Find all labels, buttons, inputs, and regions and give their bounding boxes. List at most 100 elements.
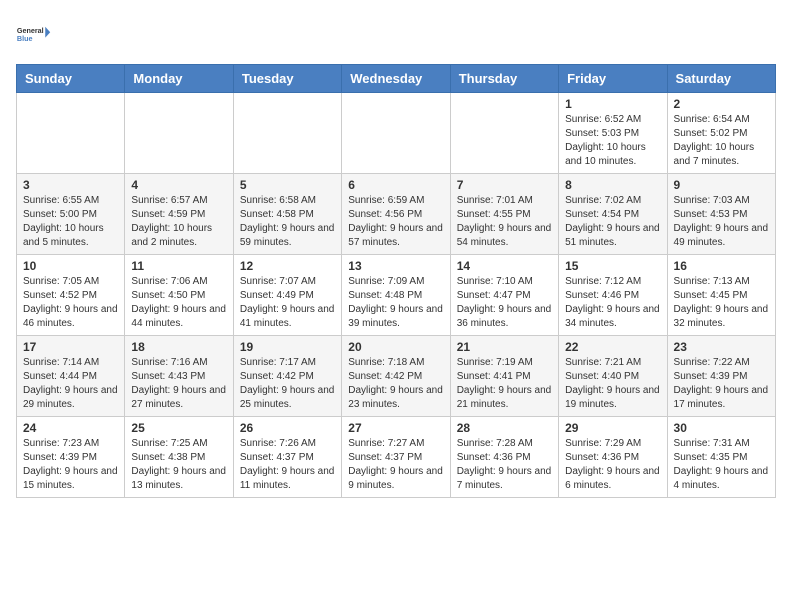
calendar-cell: 11 Sunrise: 7:06 AM Sunset: 4:50 PM Dayli… xyxy=(125,255,233,336)
calendar-cell: 16 Sunrise: 7:13 AM Sunset: 4:45 PM Dayli… xyxy=(667,255,775,336)
day-number: 15 xyxy=(565,259,660,273)
day-number: 11 xyxy=(131,259,226,273)
day-info: Sunrise: 6:55 AM Sunset: 5:00 PM Dayligh… xyxy=(23,194,118,250)
calendar-cell: 21 Sunrise: 7:19 AM Sunset: 4:41 PM Dayli… xyxy=(450,336,558,417)
day-info: Sunrise: 7:17 AM Sunset: 4:42 PM Dayligh… xyxy=(240,356,335,412)
calendar-week-row: 10 Sunrise: 7:05 AM Sunset: 4:52 PM Dayli… xyxy=(17,255,776,336)
day-info: Sunrise: 7:25 AM Sunset: 4:38 PM Dayligh… xyxy=(131,437,226,493)
logo-icon: GeneralBlue xyxy=(16,16,52,52)
day-number: 21 xyxy=(457,340,552,354)
day-info: Sunrise: 7:09 AM Sunset: 4:48 PM Dayligh… xyxy=(348,275,443,331)
day-number: 9 xyxy=(674,178,769,192)
day-number: 25 xyxy=(131,421,226,435)
day-number: 8 xyxy=(565,178,660,192)
calendar-cell: 25 Sunrise: 7:25 AM Sunset: 4:38 PM Dayli… xyxy=(125,417,233,498)
calendar-cell: 30Sunrise: 7:31 AM Sunset: 4:35 PM Dayli… xyxy=(667,417,775,498)
day-number: 6 xyxy=(348,178,443,192)
calendar-week-row: 17Sunrise: 7:14 AM Sunset: 4:44 PM Dayli… xyxy=(17,336,776,417)
day-info: Sunrise: 7:05 AM Sunset: 4:52 PM Dayligh… xyxy=(23,275,118,331)
day-number: 30 xyxy=(674,421,769,435)
day-number: 13 xyxy=(348,259,443,273)
day-info: Sunrise: 7:01 AM Sunset: 4:55 PM Dayligh… xyxy=(457,194,552,250)
day-info: Sunrise: 7:10 AM Sunset: 4:47 PM Dayligh… xyxy=(457,275,552,331)
calendar-cell: 28 Sunrise: 7:28 AM Sunset: 4:36 PM Dayli… xyxy=(450,417,558,498)
day-number: 26 xyxy=(240,421,335,435)
calendar-cell: 10 Sunrise: 7:05 AM Sunset: 4:52 PM Dayli… xyxy=(17,255,125,336)
calendar-cell: 15 Sunrise: 7:12 AM Sunset: 4:46 PM Dayli… xyxy=(559,255,667,336)
calendar-cell xyxy=(17,93,125,174)
day-number: 3 xyxy=(23,178,118,192)
day-number: 10 xyxy=(23,259,118,273)
day-header-friday: Friday xyxy=(559,65,667,93)
day-number: 28 xyxy=(457,421,552,435)
day-info: Sunrise: 7:12 AM Sunset: 4:46 PM Dayligh… xyxy=(565,275,660,331)
calendar-cell: 13 Sunrise: 7:09 AM Sunset: 4:48 PM Dayli… xyxy=(342,255,450,336)
calendar-cell: 9 Sunrise: 7:03 AM Sunset: 4:53 PM Daylig… xyxy=(667,174,775,255)
calendar-cell: 7 Sunrise: 7:01 AM Sunset: 4:55 PM Daylig… xyxy=(450,174,558,255)
calendar-cell: 17Sunrise: 7:14 AM Sunset: 4:44 PM Dayli… xyxy=(17,336,125,417)
day-info: Sunrise: 7:29 AM Sunset: 4:36 PM Dayligh… xyxy=(565,437,660,493)
calendar-cell: 4 Sunrise: 6:57 AM Sunset: 4:59 PM Daylig… xyxy=(125,174,233,255)
calendar-cell: 23 Sunrise: 7:22 AM Sunset: 4:39 PM Dayli… xyxy=(667,336,775,417)
calendar-cell xyxy=(450,93,558,174)
day-info: Sunrise: 7:19 AM Sunset: 4:41 PM Dayligh… xyxy=(457,356,552,412)
day-info: Sunrise: 7:21 AM Sunset: 4:40 PM Dayligh… xyxy=(565,356,660,412)
day-number: 7 xyxy=(457,178,552,192)
day-info: Sunrise: 6:57 AM Sunset: 4:59 PM Dayligh… xyxy=(131,194,226,250)
day-info: Sunrise: 7:16 AM Sunset: 4:43 PM Dayligh… xyxy=(131,356,226,412)
day-number: 27 xyxy=(348,421,443,435)
day-number: 16 xyxy=(674,259,769,273)
day-info: Sunrise: 6:54 AM Sunset: 5:02 PM Dayligh… xyxy=(674,113,769,169)
day-header-tuesday: Tuesday xyxy=(233,65,341,93)
day-info: Sunrise: 6:59 AM Sunset: 4:56 PM Dayligh… xyxy=(348,194,443,250)
day-number: 17 xyxy=(23,340,118,354)
day-info: Sunrise: 7:02 AM Sunset: 4:54 PM Dayligh… xyxy=(565,194,660,250)
calendar-cell: 24 Sunrise: 7:23 AM Sunset: 4:39 PM Dayli… xyxy=(17,417,125,498)
day-info: Sunrise: 7:22 AM Sunset: 4:39 PM Dayligh… xyxy=(674,356,769,412)
day-number: 29 xyxy=(565,421,660,435)
calendar-cell: 18Sunrise: 7:16 AM Sunset: 4:43 PM Dayli… xyxy=(125,336,233,417)
day-number: 23 xyxy=(674,340,769,354)
calendar-cell: 1 Sunrise: 6:52 AM Sunset: 5:03 PM Daylig… xyxy=(559,93,667,174)
calendar-cell: 20 Sunrise: 7:18 AM Sunset: 4:42 PM Dayli… xyxy=(342,336,450,417)
svg-text:General: General xyxy=(17,26,44,35)
day-number: 1 xyxy=(565,97,660,111)
calendar-table: SundayMondayTuesdayWednesdayThursdayFrid… xyxy=(16,64,776,498)
day-info: Sunrise: 7:23 AM Sunset: 4:39 PM Dayligh… xyxy=(23,437,118,493)
day-info: Sunrise: 7:13 AM Sunset: 4:45 PM Dayligh… xyxy=(674,275,769,331)
day-number: 5 xyxy=(240,178,335,192)
day-header-sunday: Sunday xyxy=(17,65,125,93)
calendar-cell xyxy=(125,93,233,174)
day-info: Sunrise: 7:06 AM Sunset: 4:50 PM Dayligh… xyxy=(131,275,226,331)
calendar-cell: 26 Sunrise: 7:26 AM Sunset: 4:37 PM Dayli… xyxy=(233,417,341,498)
day-info: Sunrise: 7:03 AM Sunset: 4:53 PM Dayligh… xyxy=(674,194,769,250)
day-info: Sunrise: 7:28 AM Sunset: 4:36 PM Dayligh… xyxy=(457,437,552,493)
calendar-cell: 29 Sunrise: 7:29 AM Sunset: 4:36 PM Dayli… xyxy=(559,417,667,498)
day-number: 19 xyxy=(240,340,335,354)
calendar-cell xyxy=(342,93,450,174)
day-number: 12 xyxy=(240,259,335,273)
day-info: Sunrise: 7:26 AM Sunset: 4:37 PM Dayligh… xyxy=(240,437,335,493)
page-header: GeneralBlue xyxy=(16,16,776,52)
day-header-saturday: Saturday xyxy=(667,65,775,93)
logo: GeneralBlue xyxy=(16,16,52,52)
calendar-cell: 2 Sunrise: 6:54 AM Sunset: 5:02 PM Daylig… xyxy=(667,93,775,174)
day-number: 20 xyxy=(348,340,443,354)
calendar-cell: 6 Sunrise: 6:59 AM Sunset: 4:56 PM Daylig… xyxy=(342,174,450,255)
day-info: Sunrise: 7:18 AM Sunset: 4:42 PM Dayligh… xyxy=(348,356,443,412)
day-number: 2 xyxy=(674,97,769,111)
calendar-cell: 14Sunrise: 7:10 AM Sunset: 4:47 PM Dayli… xyxy=(450,255,558,336)
day-number: 24 xyxy=(23,421,118,435)
calendar-cell: 27 Sunrise: 7:27 AM Sunset: 4:37 PM Dayli… xyxy=(342,417,450,498)
day-number: 22 xyxy=(565,340,660,354)
day-header-thursday: Thursday xyxy=(450,65,558,93)
day-number: 4 xyxy=(131,178,226,192)
calendar-cell xyxy=(233,93,341,174)
day-header-monday: Monday xyxy=(125,65,233,93)
calendar-cell: 19 Sunrise: 7:17 AM Sunset: 4:42 PM Dayli… xyxy=(233,336,341,417)
calendar-cell: 22 Sunrise: 7:21 AM Sunset: 4:40 PM Dayli… xyxy=(559,336,667,417)
day-info: Sunrise: 6:52 AM Sunset: 5:03 PM Dayligh… xyxy=(565,113,660,169)
svg-text:Blue: Blue xyxy=(17,34,33,43)
day-info: Sunrise: 7:07 AM Sunset: 4:49 PM Dayligh… xyxy=(240,275,335,331)
day-info: Sunrise: 7:27 AM Sunset: 4:37 PM Dayligh… xyxy=(348,437,443,493)
